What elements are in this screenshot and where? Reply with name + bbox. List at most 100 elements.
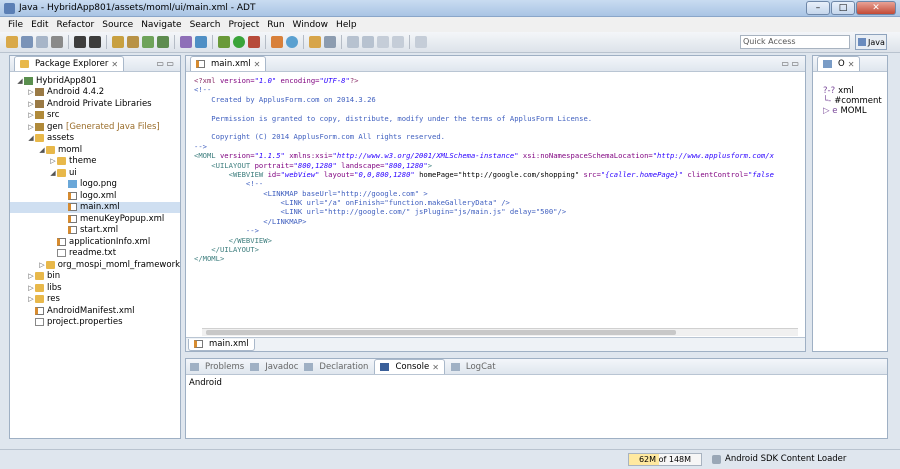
new-android-project-icon[interactable] — [157, 36, 169, 48]
tree-item[interactable]: logo.xml — [10, 190, 180, 202]
java-perspective-button[interactable]: Java — [855, 34, 887, 50]
heap-status[interactable]: 62M of 148M — [628, 453, 702, 466]
scrollbar-thumb[interactable] — [206, 330, 676, 335]
menu-source[interactable]: Source — [98, 20, 137, 30]
expand-arrow-icon[interactable]: ▷ — [27, 111, 35, 119]
code-line[interactable]: <!-- — [194, 85, 805, 94]
tree-item[interactable]: ▷ libs — [10, 282, 180, 294]
pin-editor-icon[interactable] — [415, 36, 427, 48]
outline-item[interactable]: ▷ e MOML — [813, 106, 887, 116]
tab-problems[interactable]: Problems — [190, 362, 244, 372]
tree-item[interactable]: project.properties — [10, 317, 180, 329]
maximize-button[interactable]: □ — [831, 1, 855, 15]
xml-source-editor[interactable]: <?xml version="1.0" encoding="UTF-8"?> <!… — [186, 72, 805, 264]
close-tab-icon[interactable]: ✕ — [111, 60, 118, 69]
import-icon[interactable] — [74, 36, 86, 48]
menu-project[interactable]: Project — [224, 20, 263, 30]
view-menu-icon[interactable]: ▭ ▭ — [156, 59, 174, 68]
new-java-class-icon[interactable] — [286, 36, 298, 48]
checklist-icon[interactable] — [195, 36, 207, 48]
expand-arrow-icon[interactable]: ▷ — [27, 100, 35, 108]
debug-icon[interactable] — [218, 36, 230, 48]
quick-access-input[interactable]: Quick Access — [740, 35, 850, 49]
tab-javadoc[interactable]: Javadoc — [250, 362, 298, 372]
expand-arrow-icon[interactable]: ▷ — [27, 123, 35, 131]
editor-horizontal-scrollbar[interactable] — [202, 328, 798, 336]
tab-main-xml[interactable]: main.xml ✕ — [190, 56, 267, 71]
expand-arrow-icon[interactable]: ◢ — [38, 146, 46, 154]
expand-arrow-icon[interactable]: ▷ — [38, 261, 46, 269]
code-line[interactable]: <!-- — [194, 179, 805, 188]
tab-outline[interactable]: O ✕ — [817, 56, 861, 71]
print-icon[interactable] — [51, 36, 63, 48]
tree-item[interactable]: ◢ HybridApp801 — [10, 75, 180, 87]
annotation-prev-icon[interactable] — [362, 36, 374, 48]
tree-item[interactable]: ▷ theme — [10, 156, 180, 168]
code-line[interactable]: </UILAYOUT> — [194, 245, 805, 254]
run-icon[interactable] — [233, 36, 245, 48]
tree-item[interactable]: ◢ ui — [10, 167, 180, 179]
menu-help[interactable]: Help — [332, 20, 361, 30]
tree-item[interactable]: ◢ assets — [10, 133, 180, 145]
outline-item[interactable]: └- #comment — [813, 96, 887, 106]
tree-item[interactable]: ▷ res — [10, 294, 180, 306]
minimize-button[interactable]: – — [806, 1, 830, 15]
tree-item[interactable]: ▷ org_mospi_moml_framework — [10, 259, 180, 271]
tree-item[interactable]: logo.png — [10, 179, 180, 191]
code-line[interactable]: <?xml version="1.0" encoding="UTF-8"?> — [194, 76, 805, 85]
code-line[interactable] — [194, 123, 805, 132]
menu-edit[interactable]: Edit — [27, 20, 52, 30]
tree-item[interactable]: readme.txt — [10, 248, 180, 260]
close-tab-icon[interactable]: ✕ — [848, 60, 855, 69]
menu-file[interactable]: File — [4, 20, 27, 30]
code-line[interactable]: </MOML> — [194, 254, 805, 263]
close-button[interactable]: ✕ — [856, 1, 896, 15]
code-line[interactable]: </LINKMAP> — [194, 217, 805, 226]
minimize-maximize-icon[interactable]: ▭ ▭ — [781, 59, 799, 68]
avd-manager-icon[interactable] — [127, 36, 139, 48]
menu-run[interactable]: Run — [263, 20, 288, 30]
code-line[interactable]: <LINK url="/a" onFinish="function.makeGa… — [194, 198, 805, 207]
close-tab-icon[interactable]: ✕ — [432, 363, 439, 372]
tree-item[interactable]: ▷ Android 4.4.2 — [10, 87, 180, 99]
expand-arrow-icon[interactable]: ▷ — [27, 295, 35, 303]
tree-item[interactable]: menuKeyPopup.xml — [10, 213, 180, 225]
code-line[interactable]: Permission is granted to copy, distribut… — [194, 114, 805, 123]
code-line[interactable]: <MOML version="1.1.5" xmlns:xsi="http://… — [194, 151, 805, 160]
save-icon[interactable] — [21, 36, 33, 48]
code-line[interactable] — [194, 104, 805, 113]
tree-item[interactable]: ◢ moml — [10, 144, 180, 156]
menu-search[interactable]: Search — [186, 20, 225, 30]
search-icon[interactable] — [324, 36, 336, 48]
tree-item[interactable]: ▷ Android Private Libraries — [10, 98, 180, 110]
code-line[interactable]: <LINK url="http://google.com/" jsPlugin=… — [194, 207, 805, 216]
open-type-icon[interactable] — [309, 36, 321, 48]
expand-arrow-icon[interactable]: ▷ — [49, 157, 57, 165]
expand-arrow-icon[interactable]: ▷ — [27, 272, 35, 280]
external-tools-icon[interactable] — [248, 36, 260, 48]
expand-arrow-icon[interactable]: ◢ — [27, 134, 35, 142]
save-all-icon[interactable] — [36, 36, 48, 48]
code-line[interactable]: --> — [194, 226, 805, 235]
annotation-next-icon[interactable] — [347, 36, 359, 48]
code-line[interactable]: <WEBVIEW id="webView" layout="0,0,800,12… — [194, 170, 805, 179]
menu-refactor[interactable]: Refactor — [53, 20, 99, 30]
outline-item[interactable]: ?-? xml — [813, 86, 887, 96]
expand-arrow-icon[interactable]: ▷ — [27, 284, 35, 292]
code-line[interactable]: --> — [194, 142, 805, 151]
expand-arrow-icon[interactable]: ◢ — [49, 169, 57, 177]
export-icon[interactable] — [89, 36, 101, 48]
code-line[interactable]: </WEBVIEW> — [194, 236, 805, 245]
tab-declaration[interactable]: Declaration — [304, 362, 368, 372]
code-line[interactable]: Created by ApplusForm.com on 2014.3.26 — [194, 95, 805, 104]
expand-arrow-icon[interactable]: ▷ — [27, 88, 35, 96]
tab-console[interactable]: Console ✕ — [374, 359, 445, 374]
tree-item[interactable]: main.xml — [10, 201, 180, 213]
tab-logcat[interactable]: LogCat — [450, 362, 496, 372]
forward-arrow-icon[interactable] — [392, 36, 404, 48]
expand-arrow-icon[interactable]: ◢ — [16, 77, 24, 85]
wand-icon[interactable] — [180, 36, 192, 48]
close-tab-icon[interactable]: ✕ — [254, 60, 261, 69]
android-sdk-manager-icon[interactable] — [112, 36, 124, 48]
tree-item[interactable]: start.xml — [10, 225, 180, 237]
